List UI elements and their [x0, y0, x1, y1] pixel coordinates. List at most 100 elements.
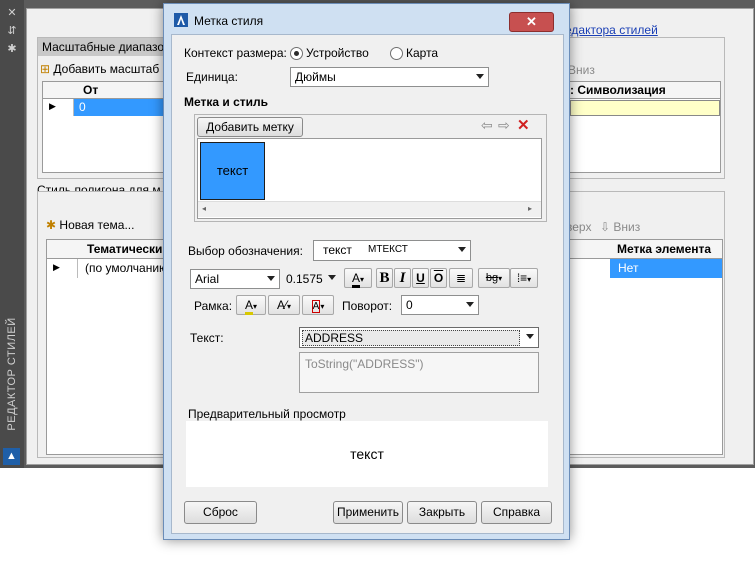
auto-hide-icon[interactable]: ⇵ — [0, 24, 24, 37]
dialog-titlebar[interactable]: Метка стиля ✕ — [164, 4, 569, 34]
symbol-value: МТЕКСТ — [368, 244, 408, 255]
text-field-select[interactable]: ADDRESS — [299, 327, 539, 348]
size-context-label: Контекст размера: — [184, 46, 287, 60]
col-symbolization: : Символизация — [570, 83, 666, 97]
bold-button[interactable]: B — [376, 268, 393, 288]
row-indicator: ▶ — [43, 99, 74, 116]
expression-box[interactable]: ToString("ADDRESS") — [299, 352, 539, 393]
add-scale-label: Добавить масштаб — [53, 62, 160, 76]
preview-area: текст — [186, 421, 548, 487]
font-color-button[interactable]: A▾ — [344, 268, 372, 288]
line-spacing-icon: ⁞≡ — [516, 271, 528, 285]
polygon-row-label[interactable]: Нет — [610, 259, 722, 278]
map-radio-label[interactable]: Карта — [406, 46, 438, 60]
frame-color-icon: A — [244, 298, 253, 315]
scale-ranges-header: Масштабные диапазо — [38, 38, 180, 56]
symbol-select[interactable]: текст МТЕКСТ — [313, 240, 471, 261]
label-sample-tile[interactable]: текст — [200, 142, 265, 200]
scroll-right-icon[interactable]: ▸ — [528, 204, 532, 213]
label-samples: текст ◂ ▸ — [197, 138, 542, 219]
polygon-row-thematic[interactable]: (по умолчанию) — [85, 261, 172, 275]
align-button[interactable]: ≣ — [449, 268, 473, 288]
label-nav-toolbar: ⇦ ⇨ ✕ — [481, 117, 541, 135]
frame-style-button[interactable]: A▾ — [302, 295, 334, 315]
label-style-section-title: Метка и стиль — [184, 95, 269, 109]
arrow-right-icon[interactable]: ⇨ — [498, 117, 510, 134]
move-down-label: Вниз — [613, 220, 641, 234]
preview-label: Предварительный просмотр — [188, 407, 346, 421]
unit-select[interactable]: Дюймы — [290, 67, 489, 87]
map-radio[interactable] — [390, 47, 403, 60]
italic-button[interactable]: I — [394, 268, 411, 288]
new-theme-label: Новая тема... — [59, 218, 135, 232]
size-select[interactable]: 0.1575 — [284, 269, 340, 287]
dialog-body: Контекст размера: Устройство Карта Едини… — [171, 34, 564, 534]
close-icon[interactable]: ✕ — [0, 6, 24, 19]
col-thematic: Тематически — [87, 242, 163, 256]
rotation-label: Поворот: — [342, 299, 393, 313]
arrow-down-icon: ⇩ — [600, 220, 611, 234]
chevron-down-icon — [267, 276, 275, 281]
underline-button[interactable]: U — [412, 268, 429, 288]
line-spacing-button[interactable]: ⁞≡▾ — [510, 268, 538, 288]
frame-fill-button[interactable]: A⁄▾ — [268, 295, 300, 315]
scale-down-button[interactable]: Вниз — [568, 63, 595, 77]
app-logo-icon — [174, 13, 188, 27]
delete-icon[interactable]: ✕ — [517, 116, 532, 134]
arrow-left-icon[interactable]: ⇦ — [481, 117, 493, 134]
device-radio[interactable] — [290, 47, 303, 60]
chevron-down-icon — [458, 247, 466, 252]
frame-label: Рамка: — [194, 299, 233, 313]
symbol-sample: текст — [323, 243, 352, 257]
label-list-group: Добавить метку ⇦ ⇨ ✕ текст ◂ ▸ — [194, 114, 547, 222]
font-select[interactable]: Arial — [190, 269, 280, 289]
side-title: РЕДАКТОР СТИЛЕЙ — [6, 317, 18, 431]
col-feature-label: Метка элемента — [617, 242, 712, 256]
unit-label: Единица: — [186, 70, 238, 84]
overline-button[interactable]: O — [430, 268, 447, 288]
scroll-left-icon[interactable]: ◂ — [202, 204, 206, 213]
apply-button[interactable]: Применить — [333, 501, 403, 524]
row-pointer-icon: ▶ — [49, 101, 56, 111]
expression-text: ToString("ADDRESS") — [305, 357, 424, 371]
size-value: 0.1575 — [286, 272, 323, 286]
symbol-select-label: Выбор обозначения: — [188, 244, 303, 258]
unit-value: Дюймы — [295, 70, 336, 84]
device-radio-label[interactable]: Устройство — [306, 46, 369, 60]
text-field-value: ADDRESS — [302, 330, 520, 346]
dialog-close-button[interactable]: ✕ — [509, 12, 554, 32]
properties-icon[interactable]: ✱ — [0, 42, 24, 55]
rotation-value: 0 — [406, 298, 413, 312]
move-down-button[interactable]: ⇩ Вниз — [600, 220, 640, 234]
dialog-title: Метка стиля — [194, 14, 264, 28]
chevron-down-icon — [476, 74, 484, 79]
text-label: Текст: — [190, 331, 224, 345]
style-label-dialog: Метка стиля ✕ Контекст размера: Устройст… — [163, 3, 570, 540]
editor-link[interactable]: едактора стилей — [565, 23, 658, 37]
chevron-down-icon — [526, 334, 534, 339]
chevron-down-icon — [328, 275, 336, 280]
preview-text: текст — [350, 446, 384, 462]
symbolization-cell[interactable] — [570, 100, 720, 116]
row-indicator: ▶ — [47, 259, 78, 278]
fill-icon: A⁄ — [276, 298, 287, 312]
background-color-button[interactable]: bg▾ — [478, 268, 510, 288]
col-from: От — [83, 83, 99, 97]
font-value: Arial — [195, 272, 220, 286]
new-theme-icon: ✱ — [46, 218, 57, 232]
add-scale-icon: ⊞ — [40, 62, 51, 76]
close-button[interactable]: Закрыть — [407, 501, 477, 524]
rotation-select[interactable]: 0 — [401, 295, 479, 315]
bg-color-icon: bg — [485, 272, 499, 284]
add-scale-button[interactable]: ⊞ Добавить масштаб — [40, 62, 159, 76]
text-color-icon: A — [351, 271, 360, 288]
horizontal-scrollbar[interactable]: ◂ ▸ — [198, 201, 541, 217]
reset-button[interactable]: Сброс — [184, 501, 257, 524]
add-label-button[interactable]: Добавить метку — [197, 117, 303, 137]
frame-color-button[interactable]: A▾ — [236, 295, 266, 315]
new-theme-button[interactable]: ✱ Новая тема... — [46, 218, 134, 232]
app-logo-icon: ▲ — [3, 448, 20, 465]
help-button[interactable]: Справка — [481, 501, 552, 524]
chevron-down-icon — [466, 302, 474, 307]
row-pointer-icon: ▶ — [53, 262, 60, 272]
